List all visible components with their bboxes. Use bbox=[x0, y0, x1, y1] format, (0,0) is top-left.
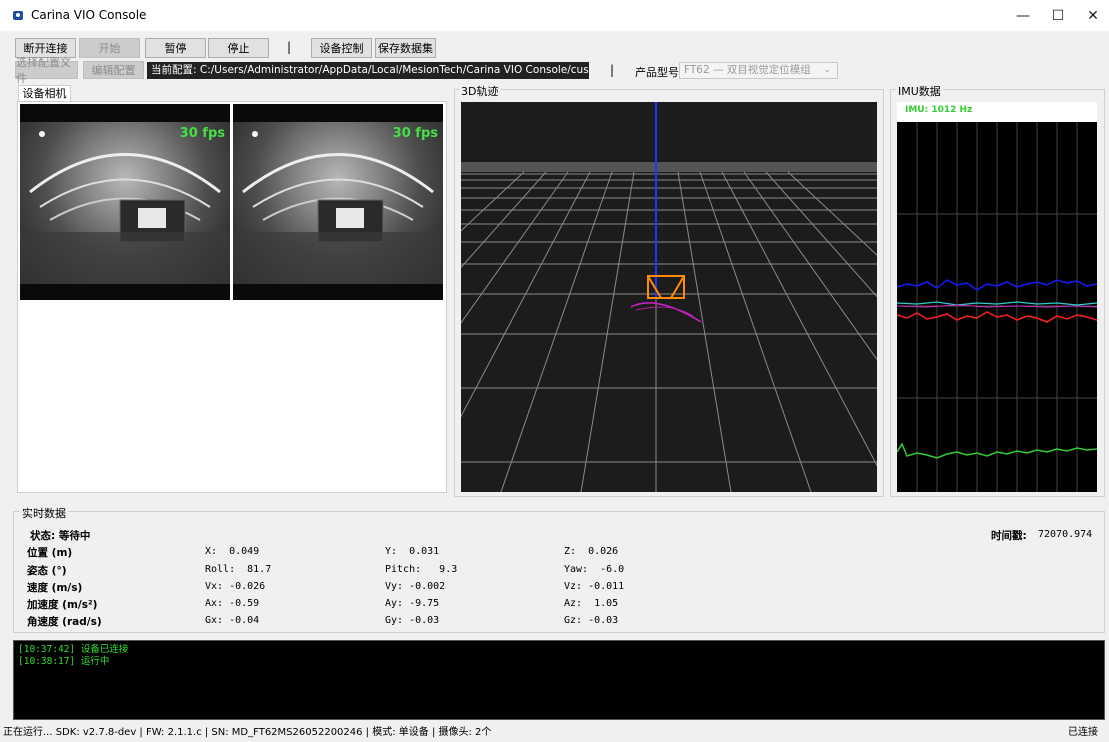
attitude-pitch: Pitch: 9.3 bbox=[385, 564, 458, 575]
tab-device-camera[interactable]: 设备相机 bbox=[18, 85, 71, 102]
acceleration-z: Az: 1.05 bbox=[564, 598, 619, 609]
status-text: 状态: 等待中 bbox=[30, 530, 91, 542]
log-line: [10:38:17] 运行中 bbox=[18, 656, 110, 667]
status-bar-text: 正在运行... SDK: v2.7.8-dev | FW: 2.1.1.c | … bbox=[3, 727, 492, 738]
log-console[interactable]: [10:37:42] 设备已连接 [10:38:17] 运行中 bbox=[13, 640, 1105, 720]
log-line: [10:37:42] 设备已连接 bbox=[18, 644, 129, 655]
chevron-down-icon: ⌄ bbox=[823, 65, 831, 75]
realtime-title: 实时数据 bbox=[20, 505, 68, 521]
start-button[interactable]: 开始 bbox=[79, 38, 140, 58]
status-bar: 正在运行... SDK: v2.7.8-dev | FW: 2.1.1.c | … bbox=[0, 724, 1109, 740]
position-z: Z: 0.026 bbox=[564, 546, 619, 557]
position-x: X: 0.049 bbox=[205, 546, 260, 557]
save-dataset-button[interactable]: 保存数据集 bbox=[375, 38, 436, 58]
camera-scene-right bbox=[233, 131, 443, 284]
velocity-z: Vz: -0.011 bbox=[564, 581, 625, 592]
title-bar: Carina VIO Console — ☐ ✕ bbox=[0, 0, 1109, 31]
left-fps-badge: 30 fps bbox=[179, 126, 225, 141]
timestamp-value: 72070.974 bbox=[1038, 529, 1093, 540]
close-icon[interactable]: ✕ bbox=[1078, 4, 1108, 28]
angular-velocity-x: Gx: -0.04 bbox=[205, 615, 260, 626]
angular-velocity-y: Gy: -0.03 bbox=[385, 615, 440, 626]
minimize-icon[interactable]: — bbox=[1008, 4, 1038, 28]
velocity-y: Vy: -0.002 bbox=[385, 581, 446, 592]
acceleration-label: 加速度 (m/s²) bbox=[27, 599, 98, 611]
pause-button[interactable]: 暂停 bbox=[145, 38, 206, 58]
imu-title: IMU数据 bbox=[896, 83, 943, 99]
app-icon bbox=[13, 11, 23, 20]
stop-button[interactable]: 停止 bbox=[208, 38, 269, 58]
right-fps-badge: 30 fps bbox=[392, 126, 438, 141]
attitude-yaw: Yaw: -6.0 bbox=[564, 564, 625, 575]
timestamp-label: 时间戳: bbox=[991, 530, 1027, 542]
realtime-group bbox=[13, 511, 1105, 633]
acceleration-x: Ax: -0.59 bbox=[205, 598, 260, 609]
right-camera-view: 30 fps bbox=[233, 104, 443, 300]
config-separator: | bbox=[610, 63, 615, 77]
angular-velocity-z: Gz: -0.03 bbox=[564, 615, 619, 626]
device-control-button[interactable]: 设备控制 bbox=[311, 38, 372, 58]
current-config-path: 当前配置: C:/Users/Administrator/AppData/Loc… bbox=[147, 62, 589, 79]
imu-plot bbox=[897, 122, 1097, 492]
trajectory-3d-view[interactable] bbox=[461, 102, 877, 492]
attitude-roll: Roll: 81.7 bbox=[205, 564, 272, 575]
position-label: 位置 (m) bbox=[27, 547, 73, 559]
velocity-x: Vx: -0.026 bbox=[205, 581, 266, 592]
trajectory-scene bbox=[461, 102, 877, 492]
camera-scene-left bbox=[20, 131, 230, 284]
product-select-value: FT62 — 双目视觉定位模组 bbox=[684, 64, 811, 76]
velocity-label: 速度 (m/s) bbox=[27, 582, 83, 594]
angular-velocity-label: 角速度 (rad/s) bbox=[27, 616, 102, 628]
imu-rate: IMU: 1012 Hz bbox=[905, 105, 973, 115]
product-select[interactable]: FT62 — 双目视觉定位模组 ⌄ bbox=[679, 62, 838, 79]
trajectory-title: 3D轨迹 bbox=[459, 83, 501, 99]
product-label: 产品型号: bbox=[635, 66, 683, 79]
imu-waveforms bbox=[897, 122, 1097, 492]
select-config-button[interactable]: 选择配置文件 bbox=[15, 56, 78, 85]
left-camera-view: 30 fps bbox=[20, 104, 230, 300]
maximize-icon[interactable]: ☐ bbox=[1043, 4, 1073, 28]
attitude-label: 姿态 (°) bbox=[27, 565, 67, 577]
edit-config-button[interactable]: 编辑配置 bbox=[83, 61, 144, 79]
position-y: Y: 0.031 bbox=[385, 546, 440, 557]
window-title: Carina VIO Console bbox=[31, 8, 147, 22]
toolbar-separator: | bbox=[287, 40, 292, 54]
connection-status: 已连接 bbox=[1068, 727, 1098, 738]
acceleration-y: Ay: -9.75 bbox=[385, 598, 440, 609]
